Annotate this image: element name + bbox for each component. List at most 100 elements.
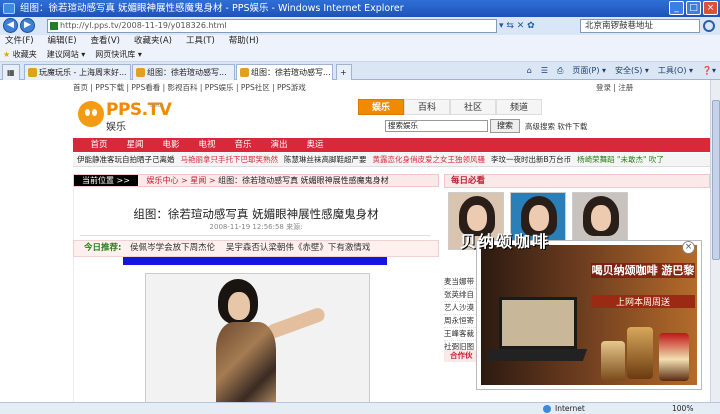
hot-link[interactable]: 李玟一夜时出新B万台币	[491, 153, 571, 166]
article-title: 组图：徐若瑄动感写真 妩媚眼神展性感魔鬼身材	[133, 207, 379, 221]
menu-file[interactable]: 文件(F)	[5, 35, 34, 48]
tab-1[interactable]: 玩魔玩乐 - 上海周末好...	[24, 64, 131, 80]
breadcrumb: 当前位置 >> 娱乐中心 > 星闻 > 组图：徐若瑄动感写真 妩媚眼神展性感魔鬼…	[73, 174, 439, 187]
site-tab-community[interactable]: 社区	[450, 99, 496, 115]
hot-news-bar: 伊能静准客玩自拍晒子己离婚 马艳丽拿只手托下巴耶笑熟然 陈慧琳丝袜高脚鞋超严要 …	[73, 153, 710, 167]
tab-row: ▦ 玩魔玩乐 - 上海周末好... 组图：徐若瑄动感写... 组图：徐若瑄动感写…	[0, 62, 720, 80]
page-menu[interactable]: 页面(P) ▾	[572, 65, 606, 77]
favorites-label: 收藏夹	[12, 50, 37, 59]
back-button[interactable]: ◀	[3, 18, 18, 33]
site-tab-wiki[interactable]: 百科	[404, 99, 450, 115]
coffee-ad-popup[interactable]: 喝贝纳颂咖啡 游巴黎 上网本周周送	[476, 240, 702, 390]
breadcrumb-label: 当前位置 >>	[74, 175, 138, 186]
safety-menu[interactable]: 安全(S) ▾	[615, 65, 649, 77]
hot-link[interactable]: 马艳丽拿只手托下巴耶笑熟然	[181, 153, 279, 166]
forward-button[interactable]: ▶	[20, 18, 35, 33]
logo-mascot-icon	[78, 101, 104, 127]
recommend-link[interactable]: 吴宇森否认梁朝伟《赤壁》下有激情戏	[226, 243, 371, 253]
command-bar: ⌂ ☰ ⎙ 页面(P) ▾ 安全(S) ▾ 工具(O) ▾ ❓▾	[527, 65, 716, 77]
suggested-sites[interactable]: 建议网站 ▾	[47, 48, 86, 61]
tools-menu[interactable]: 工具(O) ▾	[658, 65, 693, 77]
site-section-tabs: 娱乐 百科 社区 频道	[358, 99, 542, 115]
menu-favorites[interactable]: 收藏夹(A)	[134, 35, 172, 48]
menu-bar: 文件(F) 编辑(E) 查看(V) 收藏夹(A) 工具(T) 帮助(H)	[0, 35, 720, 48]
help-menu[interactable]: ❓▾	[702, 65, 716, 77]
window-title: 组图：徐若瑄动感写真 妩媚眼神展性感魔鬼身材 - PPS娱乐 - Windows…	[20, 3, 404, 14]
daily-must-see-header: 每日必看	[444, 174, 710, 188]
channel-stars[interactable]: 星闻	[117, 138, 153, 152]
tab-1-label: 玩魔玩乐 - 上海周末好...	[39, 68, 127, 77]
recommend-label: 今日推荐:	[84, 243, 122, 253]
ad-subline: 上网本周周送	[591, 295, 695, 308]
hot-link[interactable]: 陈慧琳丝袜高脚鞋超严要	[284, 153, 367, 166]
web-slice-gallery[interactable]: 网页快讯库 ▾	[95, 48, 142, 61]
favorites-button[interactable]: ★ 收藏夹	[3, 48, 37, 61]
page-viewport: 首页 | PPS下载 | PPS看看 | 影视百科 | PPS娱乐 | PPS社…	[0, 80, 710, 402]
address-tools[interactable]: ▾ ⇆ ✕ ✿	[499, 19, 579, 33]
channel-home[interactable]: 首页	[81, 138, 117, 152]
menu-help[interactable]: 帮助(H)	[229, 35, 259, 48]
status-bar: Internet 100%	[0, 402, 720, 414]
globe-icon	[543, 405, 551, 413]
site-icon	[28, 68, 37, 77]
ad-brand-text: 贝纳颂咖啡	[460, 232, 551, 251]
new-tab-button[interactable]: +	[336, 64, 352, 80]
security-zone: Internet	[555, 404, 585, 413]
feeds-icon[interactable]: ☰	[541, 65, 548, 77]
site-search-button[interactable]: 搜索	[490, 119, 520, 133]
favorites-bar: ★ 收藏夹 建议网站 ▾ 网页快讯库 ▾	[0, 48, 720, 62]
search-input[interactable]: 北京南锣鼓巷地址	[580, 19, 700, 33]
breadcrumb-current: 组图：徐若瑄动感写真 妩媚眼神展性感魔鬼身材	[218, 176, 389, 185]
channel-olympics[interactable]: 奥运	[297, 138, 333, 152]
search-icon[interactable]	[703, 20, 715, 32]
tab-3-label: 组图：徐若瑄动感写...	[251, 68, 331, 77]
tab-2-label: 组图：徐若瑄动感写...	[147, 68, 227, 77]
channel-nav: 首页 星闻 电影 电视 音乐 演出 奥运	[73, 138, 710, 152]
site-search-input[interactable]: 搜索娱乐	[385, 120, 488, 132]
coffee-can-image	[659, 333, 689, 381]
blue-banner	[123, 257, 387, 265]
address-input[interactable]: http://yl.pps.tv/2008-11-19/y018326.html	[47, 19, 497, 33]
channel-movie[interactable]: 电影	[153, 138, 189, 152]
menu-view[interactable]: 查看(V)	[91, 35, 120, 48]
ad-image[interactable]: 喝贝纳颂咖啡 游巴黎 上网本周周送	[481, 245, 697, 385]
zoom-level[interactable]: 100%	[672, 403, 693, 414]
star-icon: ★	[3, 50, 11, 59]
close-button[interactable]: ×	[703, 1, 718, 15]
recommend-link[interactable]: 侯佩岑学会放下周杰伦	[130, 243, 215, 253]
vertical-scrollbar[interactable]	[710, 80, 720, 402]
article-meta: 2008-11-19 12:56:58 来源:	[209, 223, 303, 231]
site-tab-channel[interactable]: 频道	[496, 99, 542, 115]
tab-3-active[interactable]: 组图：徐若瑄动感写...	[236, 64, 333, 80]
maximize-button[interactable]: □	[686, 1, 701, 15]
tab-2[interactable]: 组图：徐若瑄动感写...	[132, 64, 235, 80]
logo-beta: Beta	[150, 102, 164, 109]
article-photo[interactable]	[145, 273, 370, 402]
laptop-image	[499, 297, 577, 349]
site-icon	[240, 68, 249, 77]
address-toolbar: ◀ ▶ http://yl.pps.tv/2008-11-19/y018326.…	[0, 17, 720, 35]
channel-tv[interactable]: 电视	[189, 138, 225, 152]
ie-icon	[3, 3, 15, 14]
channel-show[interactable]: 演出	[261, 138, 297, 152]
print-icon[interactable]: ⎙	[557, 65, 563, 77]
menu-tools[interactable]: 工具(T)	[186, 35, 215, 48]
site-tab-entertainment[interactable]: 娱乐	[358, 99, 404, 115]
breadcrumb-path[interactable]: 娱乐中心 > 星闻 >	[147, 176, 219, 185]
minimize-button[interactable]: _	[669, 1, 684, 15]
ad-close-icon[interactable]: ×	[682, 241, 695, 254]
quick-tabs-button[interactable]: ▦	[2, 64, 20, 80]
hot-link[interactable]: 黄露恋化身俏皮爱之女王独领风骚	[373, 153, 486, 166]
divider	[80, 235, 430, 236]
site-icon	[136, 68, 145, 77]
hot-link[interactable]: 杨崎荣舞蹈 "未敢杰" 吹了	[577, 153, 664, 166]
top-links[interactable]: 首页 | PPS下载 | PPS看看 | 影视百科 | PPS娱乐 | PPS社…	[73, 82, 306, 93]
login-links[interactable]: 登录 | 注册	[596, 82, 633, 93]
hot-link[interactable]: 伊能静准客玩自拍晒子己离婚	[77, 153, 175, 166]
today-recommend: 今日推荐: 侯佩岑学会放下周杰伦 吴宇森否认梁朝伟《赤壁》下有激情戏	[73, 240, 439, 257]
home-icon[interactable]: ⌂	[527, 65, 532, 77]
menu-edit[interactable]: 编辑(E)	[48, 35, 77, 48]
channel-music[interactable]: 音乐	[225, 138, 261, 152]
scrollbar-thumb[interactable]	[712, 100, 720, 260]
site-search-links[interactable]: 高级搜索 软件下载	[525, 121, 587, 132]
